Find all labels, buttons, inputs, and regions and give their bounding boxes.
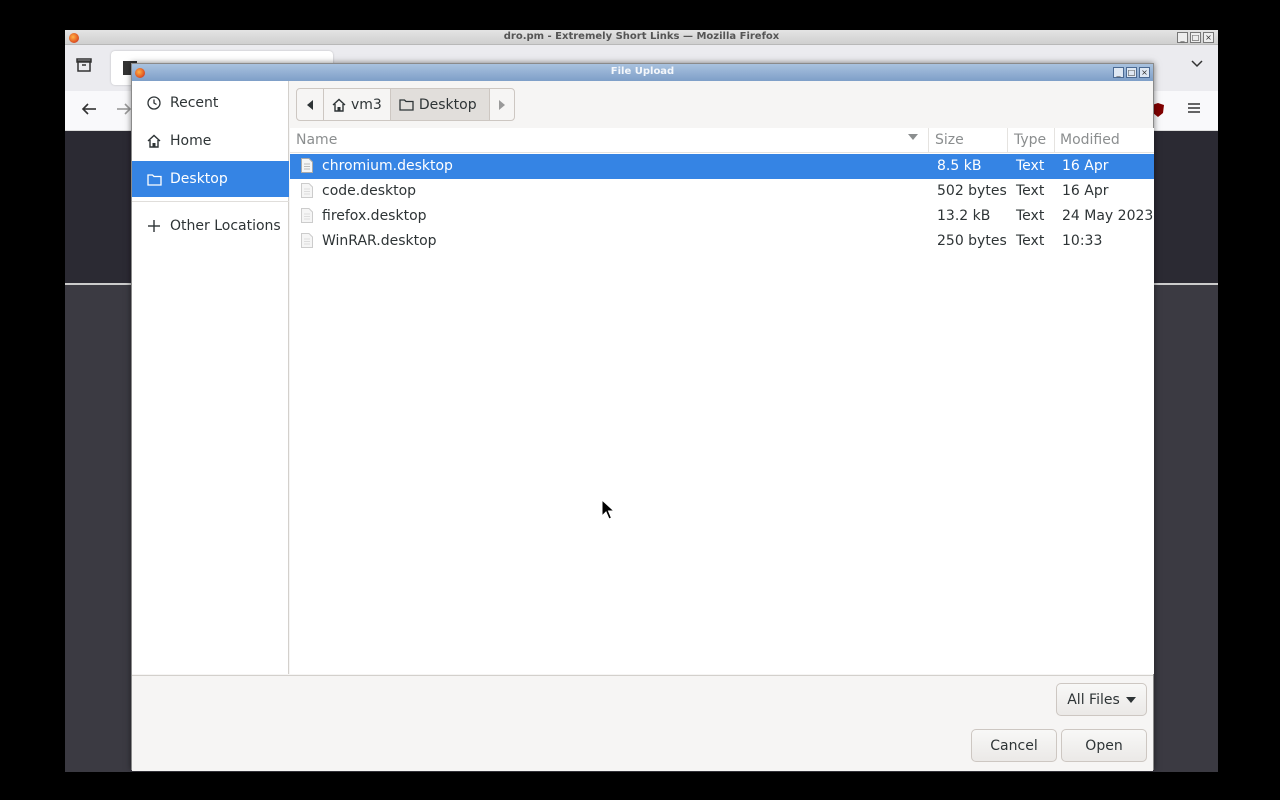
sort-descending-icon xyxy=(907,131,919,151)
text-file-icon xyxy=(301,158,313,173)
file-row[interactable]: firefox.desktop 13.2 kB Text 24 May 2023 xyxy=(290,204,1154,229)
browser-window-title: dro.pm - Extremely Short Links — Mozilla… xyxy=(503,31,780,42)
file-row[interactable]: code.desktop 502 bytes Text 16 Apr xyxy=(290,179,1154,204)
file-row[interactable]: WinRAR.desktop 250 bytes Text 10:33 xyxy=(290,229,1154,254)
clock-icon xyxy=(146,95,162,111)
minimize-icon[interactable]: _ xyxy=(1177,32,1188,43)
back-icon[interactable] xyxy=(80,100,98,123)
sidebar-separator xyxy=(132,201,289,202)
text-file-icon xyxy=(301,183,313,198)
file-upload-dialog: File Upload _ □ × Recent Home Desktop Ot… xyxy=(131,63,1154,771)
tab-overview-icon[interactable] xyxy=(76,57,92,77)
file-list: Name Size Type Modified chromium.desktop… xyxy=(290,128,1154,674)
file-type: Text xyxy=(1016,158,1045,174)
filter-selected-value: All Files xyxy=(1067,691,1120,708)
mouse-cursor-icon xyxy=(601,499,615,520)
dialog-titlebar[interactable]: File Upload _ □ × xyxy=(132,64,1153,81)
dialog-title: File Upload xyxy=(610,66,675,77)
sidebar-item-label: Home xyxy=(170,133,212,149)
file-type: Text xyxy=(1016,208,1045,224)
sidebar-item-label: Other Locations xyxy=(170,218,281,234)
file-size: 250 bytes xyxy=(937,233,1007,249)
sidebar-item-label: Recent xyxy=(170,95,219,111)
path-segment-home[interactable]: vm3 xyxy=(324,89,391,120)
file-modified: 10:33 xyxy=(1062,233,1103,249)
column-header-type[interactable]: Type xyxy=(1014,132,1046,152)
browser-window-controls: _ □ × xyxy=(1177,32,1214,43)
chevron-right-icon xyxy=(498,99,505,110)
open-button-label: Open xyxy=(1085,737,1123,754)
path-segment-label: vm3 xyxy=(351,96,382,113)
file-modified: 16 Apr xyxy=(1062,183,1109,199)
file-modified: 24 May 2023 xyxy=(1062,208,1154,224)
plus-icon xyxy=(146,218,162,234)
file-name: chromium.desktop xyxy=(322,158,453,174)
menu-icon[interactable] xyxy=(1186,100,1202,121)
chevron-down-icon[interactable] xyxy=(1190,57,1204,75)
file-name: code.desktop xyxy=(322,183,417,199)
file-size: 13.2 kB xyxy=(937,208,991,224)
home-icon xyxy=(146,133,162,149)
text-file-icon xyxy=(301,233,313,248)
column-header-size[interactable]: Size xyxy=(935,132,964,152)
cancel-button-label: Cancel xyxy=(990,737,1038,754)
path-bar: vm3 Desktop xyxy=(296,88,515,121)
file-name: firefox.desktop xyxy=(322,208,427,224)
column-separator xyxy=(928,128,929,153)
file-name: WinRAR.desktop xyxy=(322,233,437,249)
column-separator xyxy=(1054,128,1055,153)
sidebar-item-recent[interactable]: Recent xyxy=(132,85,289,121)
browser-titlebar: dro.pm - Extremely Short Links — Mozilla… xyxy=(65,30,1218,45)
path-back-button[interactable] xyxy=(297,89,324,120)
file-modified: 16 Apr xyxy=(1062,158,1109,174)
folder-icon xyxy=(399,98,414,111)
column-header-modified[interactable]: Modified xyxy=(1060,132,1120,152)
folder-icon xyxy=(146,171,162,187)
sidebar-item-other-locations[interactable]: Other Locations xyxy=(132,208,289,244)
list-header: Name Size Type Modified xyxy=(290,128,1154,153)
file-type: Text xyxy=(1016,183,1045,199)
minimize-icon[interactable]: _ xyxy=(1113,67,1124,78)
column-header-name[interactable]: Name xyxy=(296,132,337,152)
cancel-button[interactable]: Cancel xyxy=(971,729,1057,762)
column-separator xyxy=(1007,128,1008,153)
path-forward-button[interactable] xyxy=(490,89,514,120)
maximize-icon[interactable]: □ xyxy=(1190,32,1201,43)
places-sidebar: Recent Home Desktop Other Locations xyxy=(132,81,289,674)
sidebar-item-desktop[interactable]: Desktop xyxy=(132,161,289,197)
chevron-left-icon xyxy=(307,99,313,110)
dialog-window-controls: _ □ × xyxy=(1113,67,1150,78)
sidebar-item-home[interactable]: Home xyxy=(132,123,289,159)
sidebar-item-label: Desktop xyxy=(170,171,228,187)
chevron-down-icon xyxy=(1125,696,1136,703)
file-type-filter-dropdown[interactable]: All Files xyxy=(1056,683,1147,716)
close-icon[interactable]: × xyxy=(1203,32,1214,43)
open-button[interactable]: Open xyxy=(1061,729,1147,762)
file-size: 8.5 kB xyxy=(937,158,982,174)
home-icon xyxy=(332,98,346,112)
maximize-icon[interactable]: □ xyxy=(1126,67,1137,78)
path-segment-label: Desktop xyxy=(418,96,477,113)
text-file-icon xyxy=(301,208,313,223)
file-size: 502 bytes xyxy=(937,183,1007,199)
file-type: Text xyxy=(1016,233,1045,249)
close-icon[interactable]: × xyxy=(1139,67,1150,78)
dialog-action-area: All Files Cancel Open xyxy=(132,675,1153,771)
file-row[interactable]: chromium.desktop 8.5 kB Text 16 Apr xyxy=(290,154,1154,179)
path-segment-desktop[interactable]: Desktop xyxy=(390,89,490,120)
